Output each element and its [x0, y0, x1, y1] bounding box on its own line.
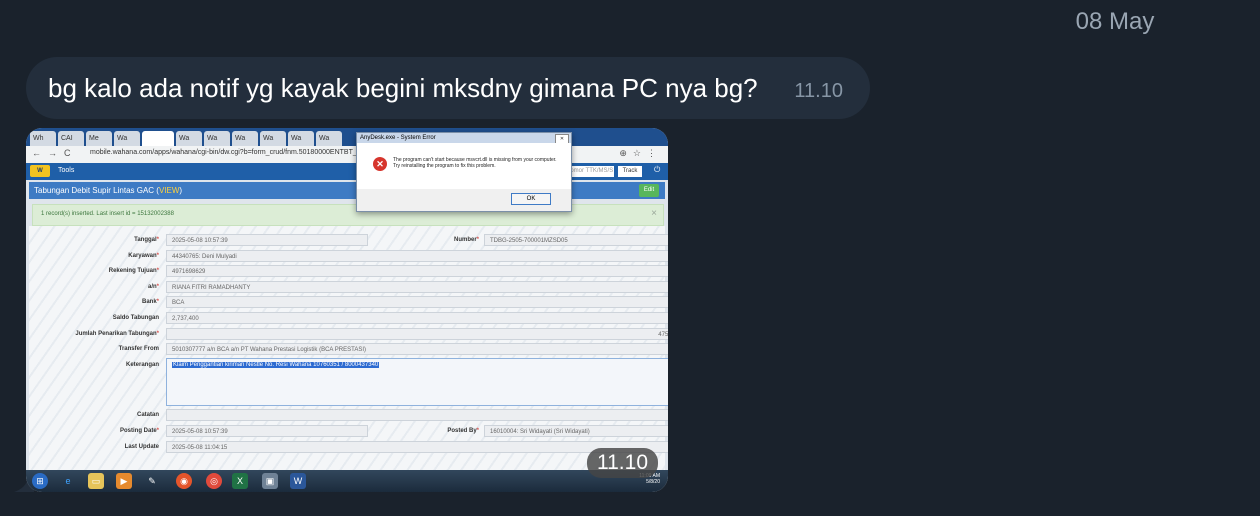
close-icon[interactable]: × [651, 208, 657, 219]
error-icon: ✕ [373, 157, 387, 171]
number-field[interactable]: TDBG-2505-700001MZSD05 [484, 234, 668, 246]
media-player-icon[interactable]: ▶ [116, 473, 132, 489]
browser-tab[interactable]: Wa [204, 131, 230, 146]
alert-text: 1 record(s) inserted. Last insert id = 1… [41, 211, 174, 217]
browser-tab[interactable]: Wh [30, 131, 56, 146]
browser-tab[interactable]: Wa [316, 131, 342, 146]
browser-tab[interactable]: Wa [288, 131, 314, 146]
dialog-message: The program can't start because msvcrt.d… [393, 157, 557, 169]
system-error-dialog: AnyDesk.exe - System Error ✕ ✕ The progr… [356, 132, 572, 212]
keterangan-label: Keterangan [125, 362, 159, 368]
photo-message[interactable]: Wh CAI Me Wa Wa Wa Wa Wa Wa Wa ← → C mob… [26, 128, 668, 492]
number-label: Number* [453, 237, 479, 243]
postedby-field[interactable]: 16010004: Sri Widayati (Sri Widayati) [484, 425, 668, 437]
url-text[interactable]: mobile.wahana.com/apps/wahana/cgi-bin/dw… [90, 149, 370, 156]
logout-icon[interactable]: ⏻ [654, 165, 660, 175]
browser-tab[interactable]: Wa [176, 131, 202, 146]
browser-tab[interactable]: CAI [58, 131, 84, 146]
ok-button[interactable]: OK [511, 193, 551, 205]
catatan-label: Catatan [136, 412, 159, 418]
window-icon[interactable]: ▣ [262, 473, 278, 489]
an-field[interactable]: RIANA FITRI RAMADHANTY [166, 281, 668, 293]
message-text: bg kalo ada notif yg kayak begini mksdny… [48, 73, 758, 103]
forward-icon[interactable]: → [48, 148, 57, 158]
keterangan-text: Klaim Penggantian kiriman Nestle No. Res… [172, 362, 380, 368]
form-body: Tanggal* 2025-05-08 10:57:39 Number* TDB… [29, 226, 668, 472]
form-title: Tabungan Debit Supir Lintas GAC (VIEW) [34, 186, 183, 195]
tanggal-field[interactable]: 2025-05-08 10:57:39 [166, 234, 368, 246]
karyawan-field[interactable]: 44340765: Deni Mulyadi [166, 250, 668, 262]
windows-taskbar: ⊞ e ▭ ▶ ✎ ◉ ◎ X ▣ W 11:09 AM5/8/20 [26, 470, 668, 492]
browser-tab[interactable]: Wa [232, 131, 258, 146]
transfer-label: Transfer From [118, 346, 159, 352]
penarikan-label: Jumlah Penarikan Tabungan* [75, 331, 159, 337]
reload-icon[interactable]: C [64, 148, 71, 158]
saldo-label: Saldo Tabungan [112, 315, 159, 321]
dialog-body: ✕ The program can't start because msvcrt… [357, 143, 571, 189]
browser-toolbar-icons[interactable]: ⊕☆⋮ [619, 148, 662, 159]
lastupdate-label: Last Update [124, 444, 159, 450]
excel-icon[interactable]: X [232, 473, 248, 489]
saldo-field[interactable]: 2,737,400 [166, 312, 668, 324]
folder-icon[interactable]: ▭ [88, 473, 104, 489]
chrome-icon[interactable]: ◎ [206, 473, 222, 489]
tanggal-label: Tanggal* [134, 237, 159, 243]
rekening-label: Rekening Tujuan* [108, 268, 159, 274]
dialog-title: AnyDesk.exe - System Error [357, 133, 571, 143]
posting-label: Posting Date* [119, 428, 159, 434]
track-button[interactable]: Track [618, 166, 642, 177]
browser-tab[interactable]: Wa [260, 131, 286, 146]
photo-time: 11.10 [587, 448, 658, 478]
tools-menu[interactable]: Tools [58, 167, 74, 174]
message-time: 11.10 [794, 80, 843, 102]
browser-tab[interactable]: Wa [114, 131, 140, 146]
browser-tab[interactable]: Me [86, 131, 112, 146]
word-icon[interactable]: W [290, 473, 306, 489]
posting-field[interactable]: 2025-05-08 10:57:39 [166, 425, 368, 437]
firefox-icon[interactable]: ◉ [176, 473, 192, 489]
an-label: a/n* [147, 284, 159, 290]
postedby-label: Posted By* [447, 428, 479, 434]
date-separator: 08 May [1075, 8, 1155, 35]
start-icon[interactable]: ⊞ [32, 473, 48, 489]
bank-field[interactable]: BCA [166, 296, 668, 308]
edit-button[interactable]: Edit [639, 184, 659, 197]
rekening-field[interactable]: 4971698629 [166, 265, 668, 277]
app-icon[interactable]: ✎ [144, 473, 160, 489]
view-link[interactable]: VIEW [159, 186, 179, 195]
penarikan-field[interactable]: 475,554 [166, 328, 668, 340]
karyawan-label: Karyawan* [128, 253, 159, 259]
transfer-field[interactable]: 5010307777 a/n BCA a/n PT Wahana Prestas… [166, 343, 668, 355]
internet-explorer-icon[interactable]: e [60, 473, 76, 489]
catatan-field[interactable] [166, 409, 668, 421]
back-icon[interactable]: ← [32, 148, 41, 158]
browser-tab-active[interactable] [142, 131, 174, 146]
wahana-logo: W [30, 165, 50, 177]
bank-label: Bank* [141, 299, 159, 305]
keterangan-field[interactable]: Klaim Penggantian kiriman Nestle No. Res… [166, 358, 668, 406]
message-bubble[interactable]: bg kalo ada notif yg kayak begini mksdny… [26, 57, 870, 119]
